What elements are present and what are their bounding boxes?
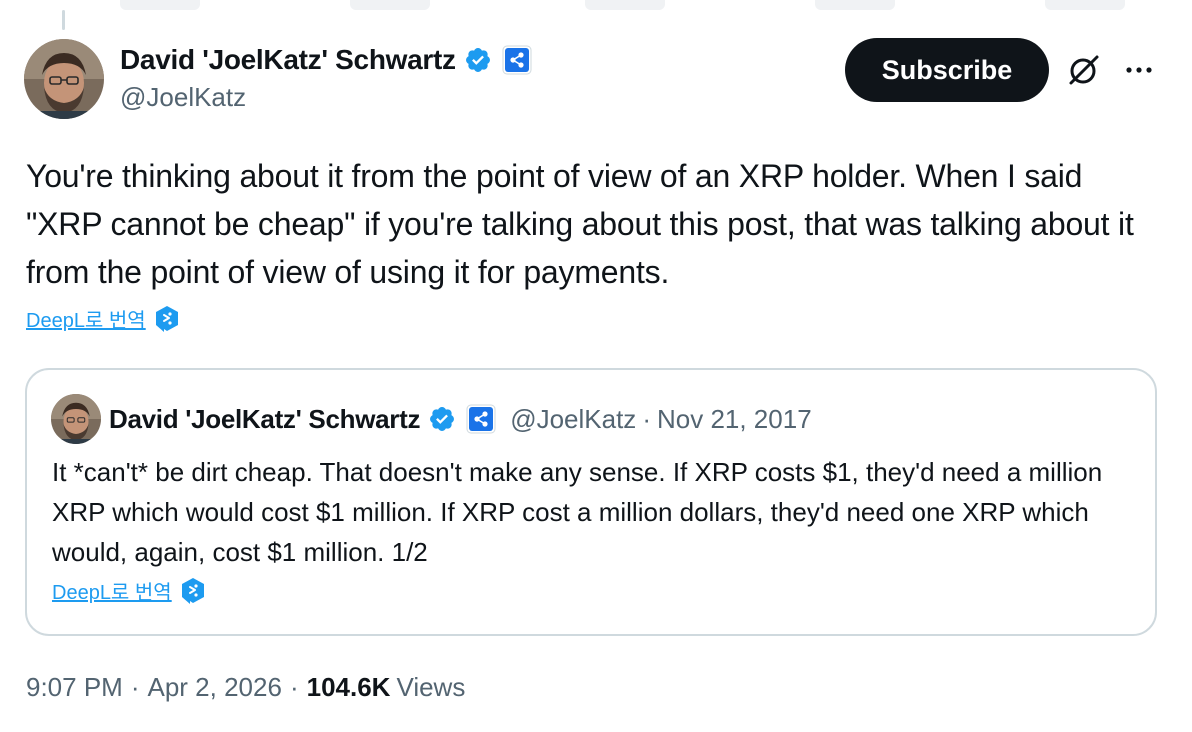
translate-link[interactable]: DeepL로 번역	[26, 304, 146, 333]
previous-tweet-edge	[0, 0, 1192, 14]
tweet-meta: 9:07 PM · Apr 2, 2026 · 104.6K Views	[26, 672, 465, 703]
translate-row: DeepL로 번역	[26, 304, 180, 333]
meta-separator: ·	[289, 672, 299, 702]
deepl-icon[interactable]	[154, 305, 180, 333]
quoted-header-row: David 'JoelKatz' Schwartz @JoelKatz · No…	[109, 399, 812, 439]
quoted-avatar[interactable]	[51, 394, 101, 444]
deepl-icon[interactable]	[180, 577, 206, 605]
grok-icon[interactable]	[1066, 52, 1102, 88]
avatar[interactable]	[24, 39, 104, 119]
tweet-time[interactable]: 9:07 PM	[26, 672, 123, 703]
quoted-separator: ·	[642, 403, 651, 434]
quoted-author-name[interactable]: David 'JoelKatz' Schwartz	[109, 404, 420, 435]
verified-badge-icon[interactable]	[428, 405, 456, 433]
tweet-text: You're thinking about it from the point …	[26, 158, 1134, 290]
quoted-tweet-card[interactable]: David 'JoelKatz' Schwartz @JoelKatz · No…	[25, 368, 1157, 636]
quoted-translate-link[interactable]: DeepL로 번역	[52, 576, 172, 605]
quoted-translate-row: DeepL로 번역	[52, 576, 206, 605]
author-handle[interactable]: @JoelKatz	[120, 82, 246, 113]
meta-separator: ·	[130, 672, 140, 702]
subscribe-button[interactable]: Subscribe	[845, 38, 1049, 102]
verified-badge-icon[interactable]	[464, 46, 492, 74]
quoted-author-handle[interactable]: @JoelKatz	[510, 404, 636, 435]
views-label: Views	[396, 672, 466, 702]
tweet-date[interactable]: Apr 2, 2026	[148, 672, 282, 703]
more-icon[interactable]	[1123, 58, 1155, 82]
thread-connector-line	[62, 10, 65, 30]
ripple-affiliate-icon[interactable]	[502, 45, 532, 75]
author-name-row: David 'JoelKatz' Schwartz	[120, 42, 532, 78]
author-name[interactable]: David 'JoelKatz' Schwartz	[120, 44, 456, 76]
quoted-tweet-text: It *can't* be dirt cheap. That doesn't m…	[52, 457, 1103, 567]
ripple-affiliate-icon[interactable]	[466, 404, 496, 434]
quoted-date[interactable]: Nov 21, 2017	[657, 404, 812, 435]
views-count[interactable]: 104.6K	[307, 672, 391, 703]
